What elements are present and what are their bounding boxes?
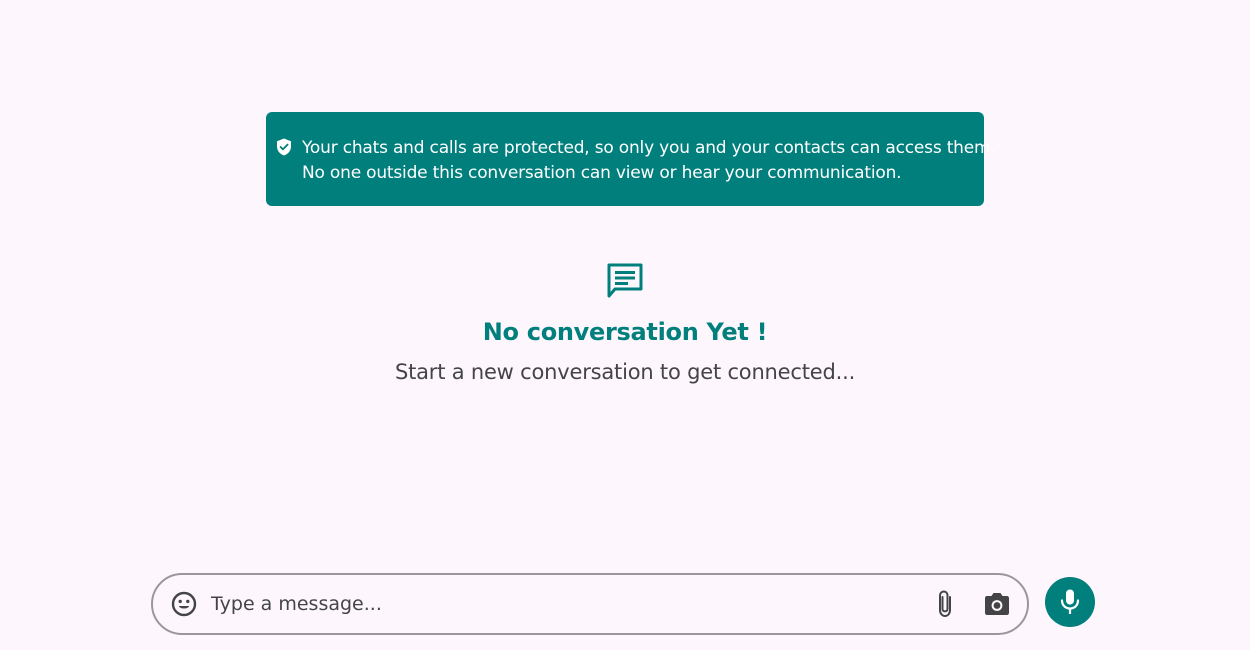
encryption-notice-text: Your chats and calls are protected, so o… — [302, 136, 996, 186]
shield-check-icon — [277, 138, 291, 156]
encryption-notice-line-2: No one outside this conversation can vie… — [302, 163, 902, 183]
voice-message-button[interactable] — [1045, 577, 1095, 627]
empty-state-subtitle: Start a new conversation to get connecte… — [394, 360, 856, 384]
chat-page: Your chats and calls are protected, so o… — [0, 0, 1250, 650]
empty-state: No conversation Yet ! Start a new conver… — [0, 262, 1250, 384]
empty-state-title: No conversation Yet ! — [482, 318, 768, 346]
encryption-notice-line-1: Your chats and calls are protected, so o… — [302, 138, 996, 158]
message-input[interactable] — [209, 583, 935, 625]
message-composer — [151, 573, 1029, 635]
chat-bubble-icon — [607, 263, 643, 298]
paperclip-icon[interactable] — [935, 589, 957, 619]
microphone-icon — [1060, 589, 1080, 614]
camera-icon[interactable] — [983, 591, 1011, 617]
emoji-icon[interactable] — [171, 591, 197, 617]
encryption-notice: Your chats and calls are protected, so o… — [266, 112, 996, 206]
